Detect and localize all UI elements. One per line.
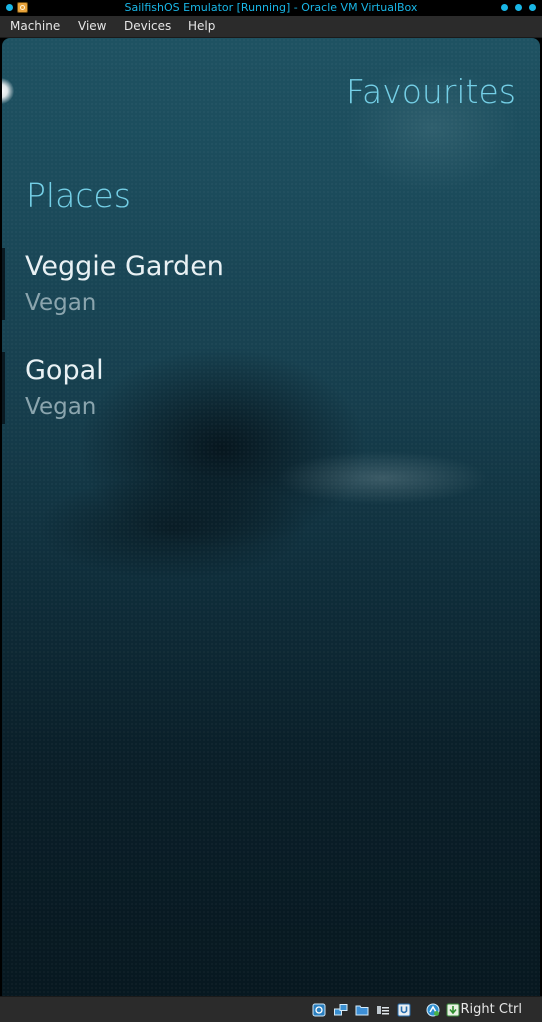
usb-icon[interactable]	[397, 1002, 411, 1017]
hard-disk-icon[interactable]	[312, 1002, 326, 1017]
place-category: Vegan	[25, 290, 97, 316]
display-icon[interactable]	[376, 1002, 390, 1016]
maximize-icon[interactable]	[515, 4, 522, 11]
menu-bar: Machine View Devices Help	[0, 16, 542, 38]
network-icon[interactable]	[334, 1002, 348, 1016]
minimize-icon[interactable]	[501, 4, 508, 11]
list-item[interactable]: Gopal Vegan	[2, 352, 540, 428]
menu-devices[interactable]: Devices	[122, 18, 173, 35]
pulley-menu-indicator	[2, 78, 14, 104]
emulator-screen[interactable]: Favourites Places Veggie Garden Vegan Go…	[2, 38, 540, 996]
keyboard-capture-icon[interactable]	[446, 1002, 460, 1017]
place-category: Vegan	[25, 394, 97, 420]
window-title: SailfishOS Emulator [Running] - Oracle V…	[124, 1, 418, 14]
place-name: Veggie Garden	[25, 251, 224, 282]
menu-help[interactable]: Help	[186, 18, 217, 35]
shared-folders-icon[interactable]	[355, 1002, 369, 1016]
page-title: Favourites	[346, 72, 516, 111]
title-bar[interactable]: SailfishOS Emulator [Running] - Oracle V…	[0, 0, 542, 16]
status-bar: Right Ctrl	[0, 996, 542, 1022]
host-key-label: Right Ctrl	[460, 1002, 523, 1017]
menu-view[interactable]: View	[76, 18, 108, 35]
list-item-indicator	[2, 352, 5, 424]
close-icon[interactable]	[529, 4, 536, 11]
mouse-integration-icon[interactable]	[426, 1002, 440, 1017]
place-name: Gopal	[25, 355, 104, 386]
list-item[interactable]: Veggie Garden Vegan	[2, 248, 540, 324]
section-header: Places	[26, 176, 131, 215]
list-item-indicator	[2, 248, 5, 320]
menu-machine[interactable]: Machine	[8, 18, 62, 35]
virtualbox-window: SailfishOS Emulator [Running] - Oracle V…	[0, 0, 542, 1022]
